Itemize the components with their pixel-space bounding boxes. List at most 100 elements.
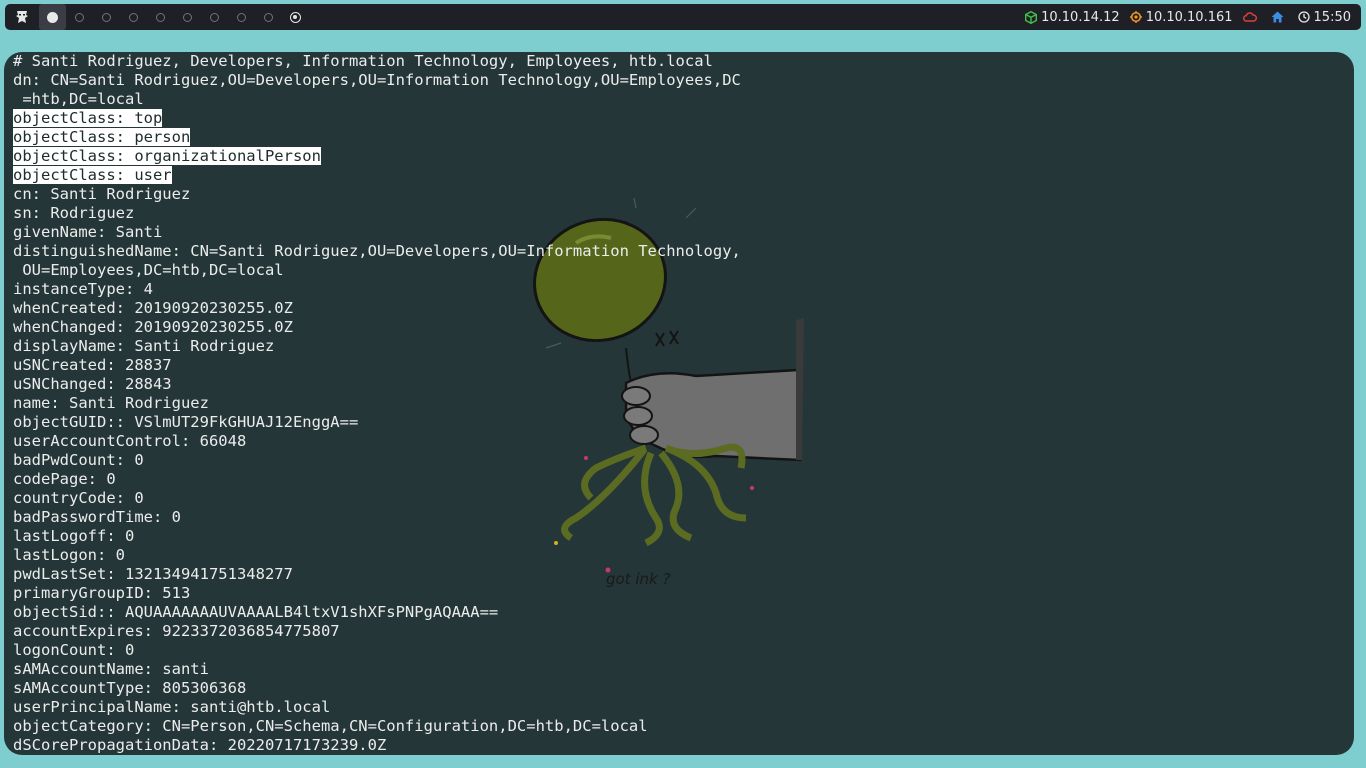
clock-icon bbox=[1297, 11, 1314, 23]
line-text: instanceType: 4 bbox=[13, 280, 153, 298]
workspace-10[interactable] bbox=[282, 4, 309, 30]
workspace-6[interactable] bbox=[174, 4, 201, 30]
line-text: distinguishedName: CN=Santi Rodriguez,OU… bbox=[13, 242, 741, 260]
cloud-status[interactable] bbox=[1242, 12, 1261, 22]
line-text: =htb,DC=local bbox=[13, 90, 144, 108]
line-text: uSNChanged: 28843 bbox=[13, 375, 172, 393]
selected-text: objectClass: user bbox=[13, 166, 172, 184]
target-ip: 10.10.10.161 bbox=[1145, 9, 1233, 25]
line-text: userAccountControl: 66048 bbox=[13, 432, 247, 450]
terminal-line: dSCorePropagationData: 20220717173239.0Z bbox=[13, 736, 741, 755]
line-text: # Santi Rodriguez, Developers, Informati… bbox=[13, 52, 713, 70]
line-text: name: Santi Rodriguez bbox=[13, 394, 209, 412]
target-crosshair-icon bbox=[1129, 11, 1146, 23]
line-text: badPwdCount: 0 bbox=[13, 451, 144, 469]
line-text: OU=Employees,DC=htb,DC=local bbox=[13, 261, 284, 279]
terminal-line: objectClass: user bbox=[13, 166, 741, 185]
ldap-output: # Santi Rodriguez, Developers, Informati… bbox=[13, 52, 741, 755]
line-text: givenName: Santi bbox=[13, 223, 163, 241]
line-text: codePage: 0 bbox=[13, 470, 116, 488]
terminal-line: name: Santi Rodriguez bbox=[13, 394, 741, 413]
terminal-line: lastLogon: 0 bbox=[13, 546, 741, 565]
terminal-line: codePage: 0 bbox=[13, 470, 741, 489]
line-text: whenCreated: 20190920230255.0Z bbox=[13, 299, 293, 317]
terminal-line: objectClass: organizationalPerson bbox=[13, 147, 741, 166]
home-icon bbox=[1271, 11, 1288, 23]
workspace-dot-icon bbox=[237, 12, 246, 22]
terminal-line: OU=Employees,DC=htb,DC=local bbox=[13, 261, 741, 280]
terminal-line: countryCode: 0 bbox=[13, 489, 741, 508]
workspace-dot-icon bbox=[129, 12, 138, 22]
terminal-line: objectClass: top bbox=[13, 109, 741, 128]
workspace-dot-icon bbox=[156, 12, 165, 22]
vpn-ip: 10.10.14.12 bbox=[1041, 9, 1120, 25]
line-text: objectGUID:: VSlmUT29FkGHUAJ12EnggA== bbox=[13, 413, 359, 431]
line-text: countryCode: 0 bbox=[13, 489, 144, 507]
terminal-line: accountExpires: 9223372036854775807 bbox=[13, 622, 741, 641]
workspace-5[interactable] bbox=[147, 4, 174, 30]
terminal-line: distinguishedName: CN=Santi Rodriguez,OU… bbox=[13, 242, 741, 261]
terminal-line: logonCount: 0 bbox=[13, 641, 741, 660]
terminal-line: uSNChanged: 28843 bbox=[13, 375, 741, 394]
line-text: logonCount: 0 bbox=[13, 641, 135, 659]
terminal-line: objectCategory: CN=Person,CN=Schema,CN=C… bbox=[13, 717, 741, 736]
line-text: pwdLastSet: 132134941751348277 bbox=[13, 565, 293, 583]
terminal-line: =htb,DC=local bbox=[13, 90, 741, 109]
terminal-line: objectGUID:: VSlmUT29FkGHUAJ12EnggA== bbox=[13, 413, 741, 432]
target-status: 10.10.10.161 bbox=[1129, 9, 1233, 25]
workspace-9[interactable] bbox=[255, 4, 282, 30]
terminal-line: lastLogoff: 0 bbox=[13, 527, 741, 546]
workspace-2[interactable] bbox=[66, 4, 93, 30]
workspace-dot-icon bbox=[290, 11, 301, 23]
workspace-dot-icon bbox=[183, 12, 192, 22]
selected-text: objectClass: person bbox=[13, 128, 191, 146]
terminal-line: uSNCreated: 28837 bbox=[13, 356, 741, 375]
workspace-dot-icon bbox=[264, 12, 273, 22]
terminal-line: # Santi Rodriguez, Developers, Informati… bbox=[13, 52, 741, 71]
line-text: cn: Santi Rodriguez bbox=[13, 185, 191, 203]
line-text: sAMAccountName: santi bbox=[13, 660, 209, 678]
line-text: dSCorePropagationData: 20220717173239.0Z bbox=[13, 736, 387, 754]
status-area: 10.10.14.12 10.10.10.161 15:50 bbox=[1015, 10, 1361, 25]
line-text: displayName: Santi Rodriguez bbox=[13, 337, 275, 355]
workspace-8[interactable] bbox=[228, 4, 255, 30]
line-text: accountExpires: 9223372036854775807 bbox=[13, 622, 340, 640]
vpn-status: 10.10.14.12 bbox=[1025, 10, 1120, 25]
terminal-line: objectSid:: AQUAAAAAAAUVAAAALB4ltxV1shXF… bbox=[13, 603, 741, 622]
top-bar: 10.10.14.12 10.10.10.161 15:50 bbox=[5, 4, 1361, 30]
clock[interactable]: 15:50 bbox=[1297, 9, 1351, 25]
terminal-line: cn: Santi Rodriguez bbox=[13, 185, 741, 204]
workspace-1[interactable] bbox=[39, 4, 66, 30]
terminal-line: dn: CN=Santi Rodriguez,OU=Developers,OU=… bbox=[13, 71, 741, 90]
terminal-line: givenName: Santi bbox=[13, 223, 741, 242]
workspace-3[interactable] bbox=[93, 4, 120, 30]
line-text: lastLogon: 0 bbox=[13, 546, 125, 564]
terminal-window[interactable]: got ink ? # Santi Rodriguez, Developers,… bbox=[4, 52, 1354, 755]
workspace-switcher bbox=[39, 4, 309, 30]
workspace-dot-icon bbox=[47, 11, 58, 23]
selected-text: objectClass: top bbox=[13, 109, 163, 127]
terminal-line: badPasswordTime: 0 bbox=[13, 508, 741, 527]
line-text: badPasswordTime: 0 bbox=[13, 508, 181, 526]
clock-time: 15:50 bbox=[1313, 9, 1351, 25]
line-text: sn: Rodriguez bbox=[13, 204, 135, 222]
terminal-line: sn: Rodriguez bbox=[13, 204, 741, 223]
terminal-line: whenChanged: 20190920230255.0Z bbox=[13, 318, 741, 337]
home-button[interactable] bbox=[1271, 11, 1288, 23]
terminal-line: userAccountControl: 66048 bbox=[13, 432, 741, 451]
distro-logo-icon[interactable] bbox=[5, 4, 39, 30]
line-text: uSNCreated: 28837 bbox=[13, 356, 172, 374]
terminal-line: pwdLastSet: 132134941751348277 bbox=[13, 565, 741, 584]
terminal-line: sAMAccountName: santi bbox=[13, 660, 741, 679]
line-text: objectSid:: AQUAAAAAAAUVAAAALB4ltxV1shXF… bbox=[13, 603, 499, 621]
workspace-dot-icon bbox=[102, 12, 111, 22]
selected-text: objectClass: organizationalPerson bbox=[13, 147, 321, 165]
terminal-line: whenCreated: 20190920230255.0Z bbox=[13, 299, 741, 318]
workspace-4[interactable] bbox=[120, 4, 147, 30]
workspace-7[interactable] bbox=[201, 4, 228, 30]
workspace-dot-icon bbox=[210, 12, 219, 22]
terminal-line: displayName: Santi Rodriguez bbox=[13, 337, 741, 356]
line-text: objectCategory: CN=Person,CN=Schema,CN=C… bbox=[13, 717, 648, 735]
line-text: userPrincipalName: santi@htb.local bbox=[13, 698, 331, 716]
line-text: dn: CN=Santi Rodriguez,OU=Developers,OU=… bbox=[13, 71, 741, 89]
